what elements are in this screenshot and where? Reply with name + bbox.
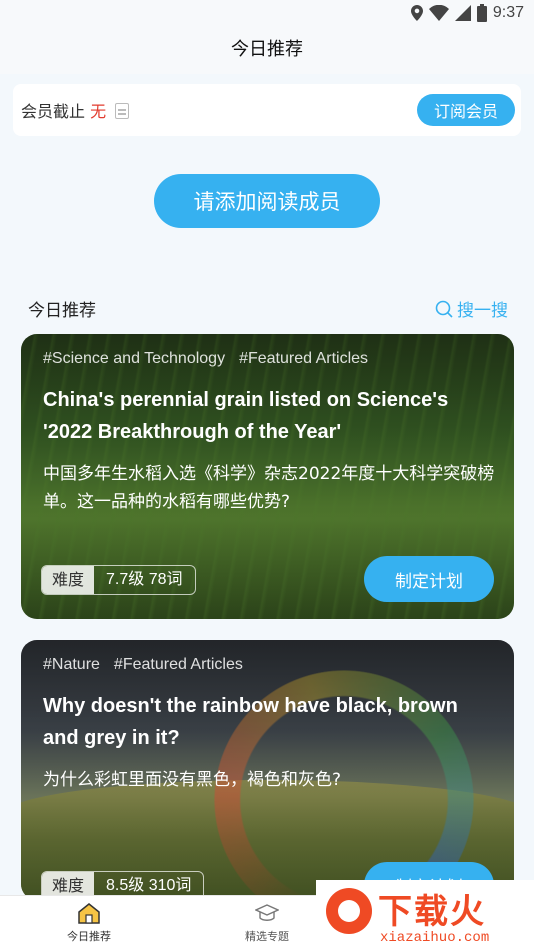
membership-status: 会员截止 无 xyxy=(21,98,130,122)
note-icon[interactable] xyxy=(115,103,130,119)
nav-bar: 今日推荐 xyxy=(0,28,534,74)
search-label: 搜一搜 xyxy=(457,301,508,321)
battery-icon xyxy=(476,4,487,22)
status-time: 9:37 xyxy=(492,4,524,21)
difficulty-value: 7.7级 78词 xyxy=(106,571,183,588)
article-tag: #Featured Articles xyxy=(239,350,369,367)
signal-icon xyxy=(454,5,471,21)
wifi-icon xyxy=(428,5,449,21)
make-plan-button[interactable]: 制定计划 xyxy=(364,556,494,602)
graduation-cap-icon xyxy=(255,904,279,921)
tab-label: 精选专题 xyxy=(245,930,289,943)
add-reading-member-button[interactable]: 请添加阅读成员 xyxy=(154,174,380,228)
status-icons: 9:37 xyxy=(410,4,524,22)
article-card[interactable]: #Nature #Featured Articles Why doesn't t… xyxy=(21,640,514,900)
article-subtitle: 为什么彩虹里面没有黑色，褐色和灰色? xyxy=(43,770,342,790)
article-card[interactable]: #Science and Technology #Featured Articl… xyxy=(21,334,514,619)
subscribe-member-button[interactable]: 订阅会员 xyxy=(417,94,515,126)
watermark-url: xiazaihuo.com xyxy=(380,930,490,946)
difficulty-badge: 难度 7.7级 78词 xyxy=(41,565,196,595)
membership-expiry-value: 无 xyxy=(90,102,107,121)
search-link[interactable]: 搜一搜 xyxy=(435,296,508,321)
status-bar: 9:37 xyxy=(0,0,534,28)
tab-today-recommend[interactable]: 今日推荐 xyxy=(44,902,134,944)
location-icon xyxy=(410,5,423,21)
article-title: Why doesn't the rainbow have black, brow… xyxy=(43,695,458,749)
article-tag: #Featured Articles xyxy=(113,656,243,673)
section-title: 今日推荐 xyxy=(28,301,96,321)
article-title: China's perennial grain listed on Scienc… xyxy=(43,389,449,443)
membership-label: 会员截止 xyxy=(21,102,86,121)
article-tag: #Science and Technology xyxy=(43,350,226,367)
article-tags: #Science and Technology #Featured Articl… xyxy=(43,350,368,368)
watermark: 下载火 xiazaihuo.com xyxy=(316,880,534,950)
home-icon xyxy=(78,903,100,924)
page-title: 今日推荐 xyxy=(231,39,303,60)
tab-label: 今日推荐 xyxy=(67,930,111,943)
article-subtitle: 中国多年生水稻入选《科学》杂志2022年度十大科学突破榜单。这一品种的水稻有哪些… xyxy=(43,464,495,512)
article-tag: #Nature xyxy=(43,656,100,673)
article-tags: #Nature #Featured Articles xyxy=(43,656,243,674)
difficulty-label: 难度 xyxy=(42,566,95,594)
tab-featured-topics[interactable]: 精选专题 xyxy=(222,902,312,944)
watermark-text: 下载火 xyxy=(378,892,486,932)
membership-card: 会员截止 无 订阅会员 xyxy=(13,84,521,136)
search-icon xyxy=(435,300,453,318)
watermark-logo xyxy=(326,888,372,934)
